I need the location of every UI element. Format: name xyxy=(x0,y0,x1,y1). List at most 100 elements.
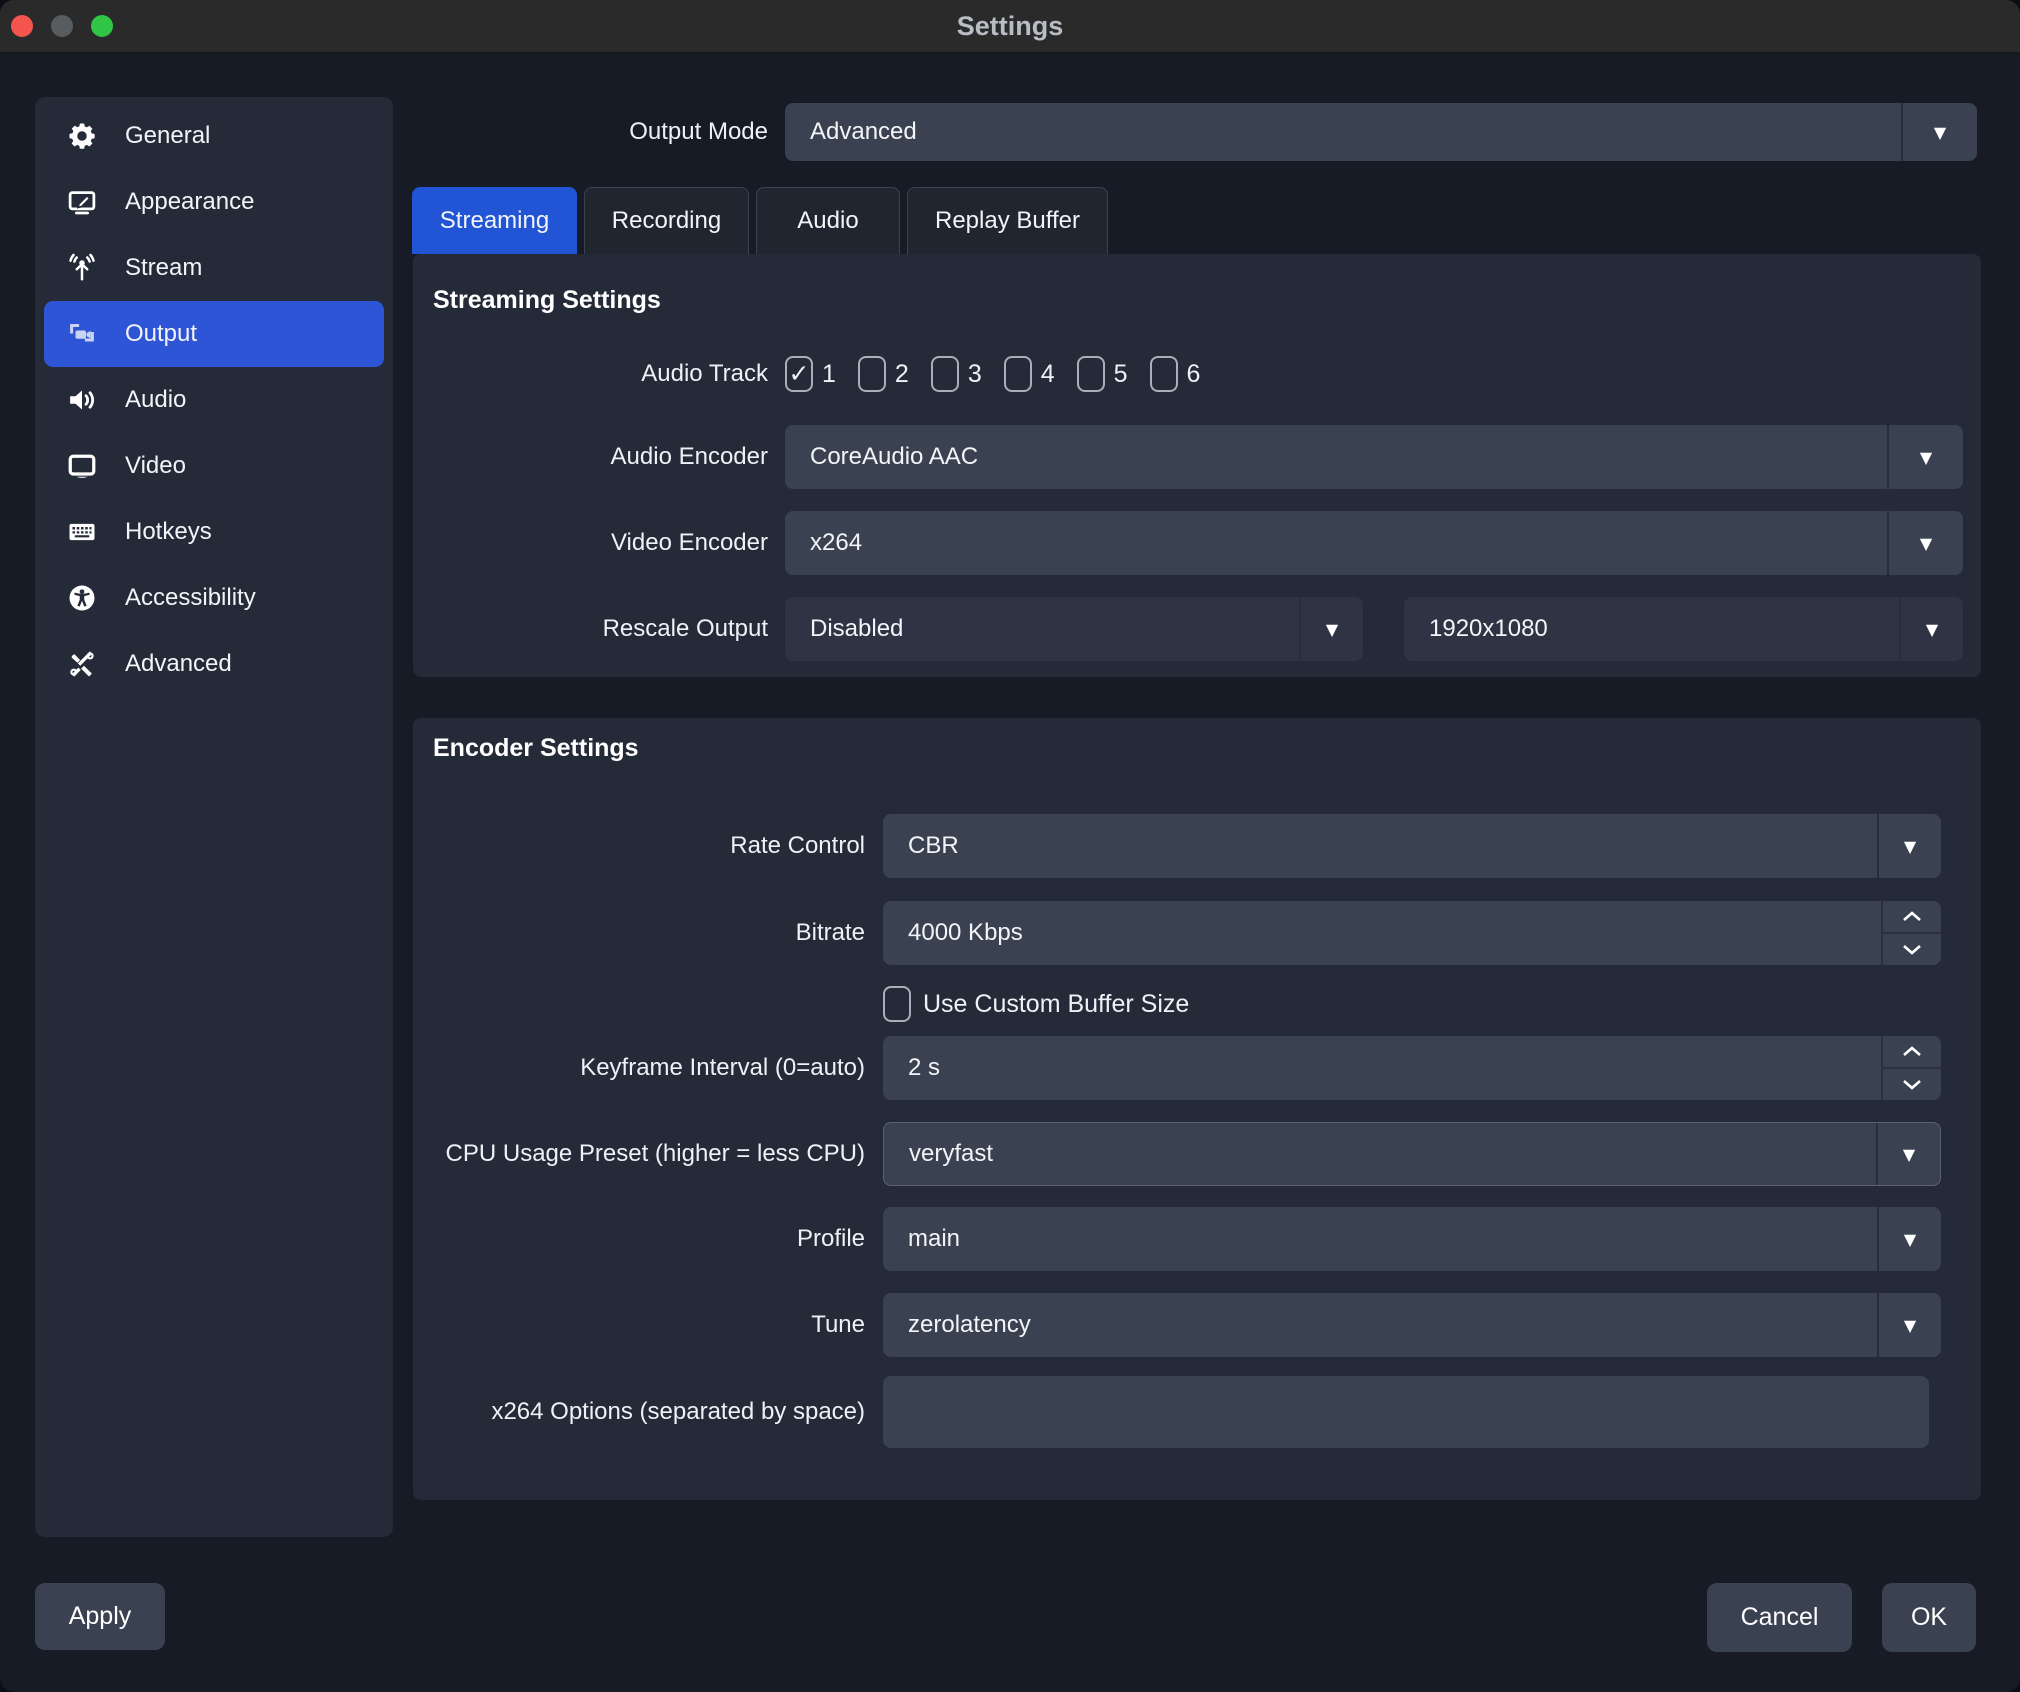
appearance-icon xyxy=(65,185,99,219)
sidebar-item-label: Hotkeys xyxy=(125,518,212,546)
audio-track-6-checkbox[interactable] xyxy=(1150,356,1178,392)
keyframe-interval-spinner[interactable]: 2 s xyxy=(883,1036,1941,1100)
x264-options-input[interactable] xyxy=(883,1376,1929,1448)
use-custom-buffer-row: Use Custom Buffer Size xyxy=(883,985,1189,1023)
video-encoder-value: x264 xyxy=(810,529,862,557)
output-mode-value: Advanced xyxy=(810,118,917,146)
tab-replay-buffer[interactable]: Replay Buffer xyxy=(907,187,1108,254)
sidebar-item-label: Accessibility xyxy=(125,584,256,612)
tune-label: Tune xyxy=(433,1293,865,1357)
audio-track-2: 2 xyxy=(858,356,909,392)
rescale-resolution-select[interactable]: 1920x1080 ▼ xyxy=(1404,597,1963,661)
window-title: Settings xyxy=(0,0,2020,52)
sidebar-item-appearance[interactable]: Appearance xyxy=(35,169,393,235)
profile-value: main xyxy=(908,1225,960,1253)
audio-track-6: 6 xyxy=(1150,356,1201,392)
cpu-usage-preset-select[interactable]: veryfast ▼ xyxy=(883,1122,1941,1186)
audio-encoder-value: CoreAudio AAC xyxy=(810,443,978,471)
cancel-button[interactable]: Cancel xyxy=(1707,1583,1852,1652)
rescale-output-label: Rescale Output xyxy=(433,597,768,661)
audio-track-1-checkbox[interactable]: ✓ xyxy=(785,356,813,392)
audio-track-3: 3 xyxy=(931,356,982,392)
encoder-settings-title: Encoder Settings xyxy=(433,734,639,763)
tab-audio[interactable]: Audio xyxy=(756,187,900,254)
monitor-icon xyxy=(65,449,99,483)
audio-track-2-checkbox[interactable] xyxy=(858,356,886,392)
output-mode-select[interactable]: Advanced ▼ xyxy=(785,103,1977,161)
audio-track-3-num: 3 xyxy=(968,360,982,389)
use-custom-buffer-checkbox[interactable] xyxy=(883,986,911,1022)
sidebar-item-label: Stream xyxy=(125,254,202,282)
chevron-down-icon: ▼ xyxy=(1903,1145,1915,1164)
sidebar-item-label: Appearance xyxy=(125,188,254,216)
speaker-icon xyxy=(65,383,99,417)
audio-track-group: ✓ 1 2 3 4 5 6 xyxy=(785,352,1200,396)
sidebar-item-label: Video xyxy=(125,452,186,480)
rescale-resolution-value: 1920x1080 xyxy=(1429,615,1548,643)
rescale-mode-select[interactable]: Disabled ▼ xyxy=(785,597,1363,661)
audio-track-3-checkbox[interactable] xyxy=(931,356,959,392)
spin-up-icon[interactable] xyxy=(1883,1036,1941,1069)
audio-track-4-checkbox[interactable] xyxy=(1004,356,1032,392)
video-encoder-select[interactable]: x264 ▼ xyxy=(785,511,1963,575)
sidebar-item-general[interactable]: General xyxy=(35,103,393,169)
audio-encoder-label: Audio Encoder xyxy=(433,425,768,489)
gear-icon xyxy=(65,119,99,153)
cpu-usage-preset-value: veryfast xyxy=(909,1140,993,1168)
audio-track-1: ✓ 1 xyxy=(785,356,836,392)
sidebar-item-hotkeys[interactable]: Hotkeys xyxy=(35,499,393,565)
spin-up-icon[interactable] xyxy=(1883,901,1941,934)
spin-down-icon[interactable] xyxy=(1883,934,1941,965)
audio-track-4: 4 xyxy=(1004,356,1055,392)
audio-encoder-select[interactable]: CoreAudio AAC ▼ xyxy=(785,425,1963,489)
chevron-down-icon: ▼ xyxy=(1904,1316,1916,1335)
profile-select[interactable]: main ▼ xyxy=(883,1207,1941,1271)
sidebar-item-video[interactable]: Video xyxy=(35,433,393,499)
sidebar-item-accessibility[interactable]: Accessibility xyxy=(35,565,393,631)
apply-button[interactable]: Apply xyxy=(35,1583,165,1650)
audio-track-5: 5 xyxy=(1077,356,1128,392)
tools-icon xyxy=(65,647,99,681)
audio-track-5-num: 5 xyxy=(1114,360,1128,389)
tune-select[interactable]: zerolatency ▼ xyxy=(883,1293,1941,1357)
chevron-down-icon: ▼ xyxy=(1926,620,1938,639)
rate-control-label: Rate Control xyxy=(433,814,865,878)
chevron-down-icon: ▼ xyxy=(1920,448,1932,467)
tune-value: zerolatency xyxy=(908,1311,1031,1339)
keyframe-interval-label: Keyframe Interval (0=auto) xyxy=(433,1036,865,1100)
chevron-down-icon: ▼ xyxy=(1326,620,1338,639)
audio-track-5-checkbox[interactable] xyxy=(1077,356,1105,392)
chevron-down-icon: ▼ xyxy=(1920,534,1932,553)
chevron-down-icon: ▼ xyxy=(1904,1230,1916,1249)
profile-label: Profile xyxy=(433,1207,865,1271)
x264-options-label: x264 Options (separated by space) xyxy=(433,1376,865,1448)
sidebar-item-advanced[interactable]: Advanced xyxy=(35,631,393,697)
bitrate-label: Bitrate xyxy=(433,901,865,965)
chevron-down-icon: ▼ xyxy=(1934,123,1946,142)
keyframe-interval-value: 2 s xyxy=(908,1054,940,1082)
sidebar-item-label: Output xyxy=(125,320,197,348)
rate-control-select[interactable]: CBR ▼ xyxy=(883,814,1941,878)
sidebar-item-label: General xyxy=(125,122,210,150)
bitrate-value: 4000 Kbps xyxy=(908,919,1023,947)
use-custom-buffer-label: Use Custom Buffer Size xyxy=(923,990,1189,1019)
accessibility-icon xyxy=(65,581,99,615)
streaming-settings-panel: Streaming Settings Audio Track ✓ 1 2 3 4… xyxy=(413,254,1981,677)
sidebar-item-label: Advanced xyxy=(125,650,232,678)
settings-sidebar: General Appearance Stream Output Audio xyxy=(35,97,393,1537)
sidebar-item-output[interactable]: Output xyxy=(44,301,384,367)
output-tabs: Streaming Recording Audio Replay Buffer xyxy=(412,187,1108,254)
spin-down-icon[interactable] xyxy=(1883,1069,1941,1100)
audio-track-6-num: 6 xyxy=(1187,360,1201,389)
ok-button[interactable]: OK xyxy=(1882,1583,1976,1652)
tab-streaming[interactable]: Streaming xyxy=(412,187,577,254)
sidebar-item-label: Audio xyxy=(125,386,186,414)
bitrate-spinner[interactable]: 4000 Kbps xyxy=(883,901,1941,965)
output-mode-label: Output Mode xyxy=(413,103,768,161)
audio-track-label: Audio Track xyxy=(433,352,768,396)
sidebar-item-stream[interactable]: Stream xyxy=(35,235,393,301)
tab-recording[interactable]: Recording xyxy=(584,187,749,254)
audio-track-1-num: 1 xyxy=(822,360,836,389)
sidebar-item-audio[interactable]: Audio xyxy=(35,367,393,433)
keyboard-icon xyxy=(65,515,99,549)
